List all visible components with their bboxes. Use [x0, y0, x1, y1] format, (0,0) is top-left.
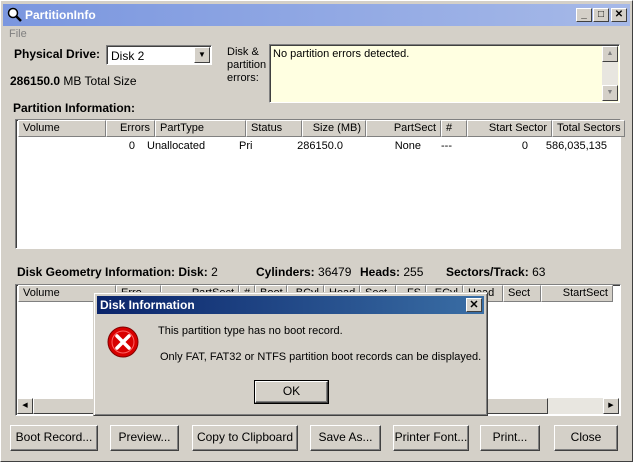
col-size[interactable]: Size (MB) — [302, 120, 366, 137]
error-icon — [107, 326, 139, 358]
col-volume[interactable]: Volume — [18, 120, 106, 137]
print-button[interactable]: Print... — [480, 425, 540, 451]
cell-total-sectors: 586,035,135 — [545, 140, 607, 152]
scroll-down-icon[interactable]: ▼ — [602, 85, 618, 101]
total-size: 286150.0 MB Total Size — [10, 74, 137, 88]
close-window-button[interactable]: ✕ — [611, 8, 627, 22]
printer-font-button[interactable]: Printer Font... — [393, 425, 469, 451]
total-size-value: 286150.0 — [10, 74, 61, 88]
heads-value: 255 — [403, 265, 424, 279]
partition-info-heading: Partition Information: — [13, 101, 135, 115]
heads-info: Heads: 255 — [360, 265, 423, 279]
disk-information-dialog: Disk Information ✕ This partition type h… — [93, 292, 488, 416]
col-number[interactable]: # — [441, 120, 467, 137]
dialog-message-2: Only FAT, FAT32 or NTFS partition boot r… — [160, 351, 482, 363]
cell-errors: 0 — [128, 140, 135, 152]
copy-to-clipboard-button[interactable]: Copy to Clipboard — [192, 425, 298, 451]
menu-file[interactable]: File — [9, 28, 27, 40]
physical-drive-label: Physical Drive: — [14, 47, 101, 61]
col-total-sectors[interactable]: Total Sectors — [552, 120, 625, 137]
dialog-message-1: This partition type has no boot record. — [158, 325, 343, 337]
geometry-disk-label: Disk: — [178, 265, 208, 279]
ok-button[interactable]: OK — [254, 380, 329, 404]
magnifier-icon — [7, 7, 22, 22]
sectors-label: Sectors/Track: — [446, 265, 529, 279]
scroll-left-icon[interactable]: ◀ — [17, 398, 33, 414]
cell-partsect: None — [394, 140, 421, 152]
cylinders-info: Cylinders: 36479 — [256, 265, 351, 279]
close-button[interactable]: Close — [554, 425, 618, 451]
title-bar: PartitionInfo _ □ ✕ — [3, 4, 630, 26]
drive-select[interactable]: Disk 2 ▼ — [106, 45, 212, 65]
total-size-suffix: MB Total Size — [63, 74, 137, 88]
geometry-info: Disk Geometry Information: Disk: 2 — [17, 265, 218, 279]
geo-col-esect[interactable]: Sect — [503, 285, 541, 302]
drive-select-value: Disk 2 — [111, 49, 145, 63]
errors-text: No partition errors detected. — [273, 48, 410, 60]
errors-textbox[interactable]: No partition errors detected. ▲ ▼ — [269, 44, 620, 103]
heads-label: Heads: — [360, 265, 401, 279]
col-start-sector[interactable]: Start Sector — [467, 120, 552, 137]
scroll-right-icon[interactable]: ▶ — [603, 398, 619, 414]
save-as-button[interactable]: Save As... — [310, 425, 381, 451]
geometry-disk-value: 2 — [211, 265, 218, 279]
partition-table[interactable]: Volume Errors PartType Status Size (MB) … — [15, 119, 625, 249]
cylinders-value: 36479 — [318, 265, 352, 279]
cell-start-sector: 0 — [521, 140, 528, 152]
dialog-title-bar: Disk Information ✕ — [97, 296, 484, 314]
col-parttype[interactable]: PartType — [155, 120, 246, 137]
geometry-heading: Disk Geometry Information: — [17, 265, 176, 279]
sectors-info: Sectors/Track: 63 — [446, 265, 545, 279]
boot-record-button[interactable]: Boot Record... — [10, 425, 98, 451]
errors-label: Disk & partition errors: — [227, 46, 267, 84]
col-partsect[interactable]: PartSect — [366, 120, 441, 137]
sectors-value: 63 — [532, 265, 546, 279]
cell-size: 286150.0 — [297, 140, 343, 152]
col-errors[interactable]: Errors — [106, 120, 155, 137]
col-status[interactable]: Status — [246, 120, 302, 137]
maximize-button[interactable]: □ — [593, 8, 609, 22]
cell-number: --- — [441, 140, 452, 152]
cell-status: Pri — [239, 140, 253, 152]
scroll-up-icon[interactable]: ▲ — [602, 46, 618, 62]
errors-scrollbar[interactable]: ▲ ▼ — [602, 46, 618, 101]
cell-parttype: Unallocated — [147, 140, 206, 152]
window-title: PartitionInfo — [25, 8, 96, 22]
cylinders-label: Cylinders: — [256, 265, 315, 279]
minimize-button[interactable]: _ — [576, 8, 592, 22]
dialog-close-button[interactable]: ✕ — [466, 298, 482, 312]
preview-button[interactable]: Preview... — [110, 425, 179, 451]
dialog-title: Disk Information — [100, 298, 195, 312]
chevron-down-icon[interactable]: ▼ — [194, 47, 210, 63]
geo-col-startsect[interactable]: StartSect — [541, 285, 613, 302]
